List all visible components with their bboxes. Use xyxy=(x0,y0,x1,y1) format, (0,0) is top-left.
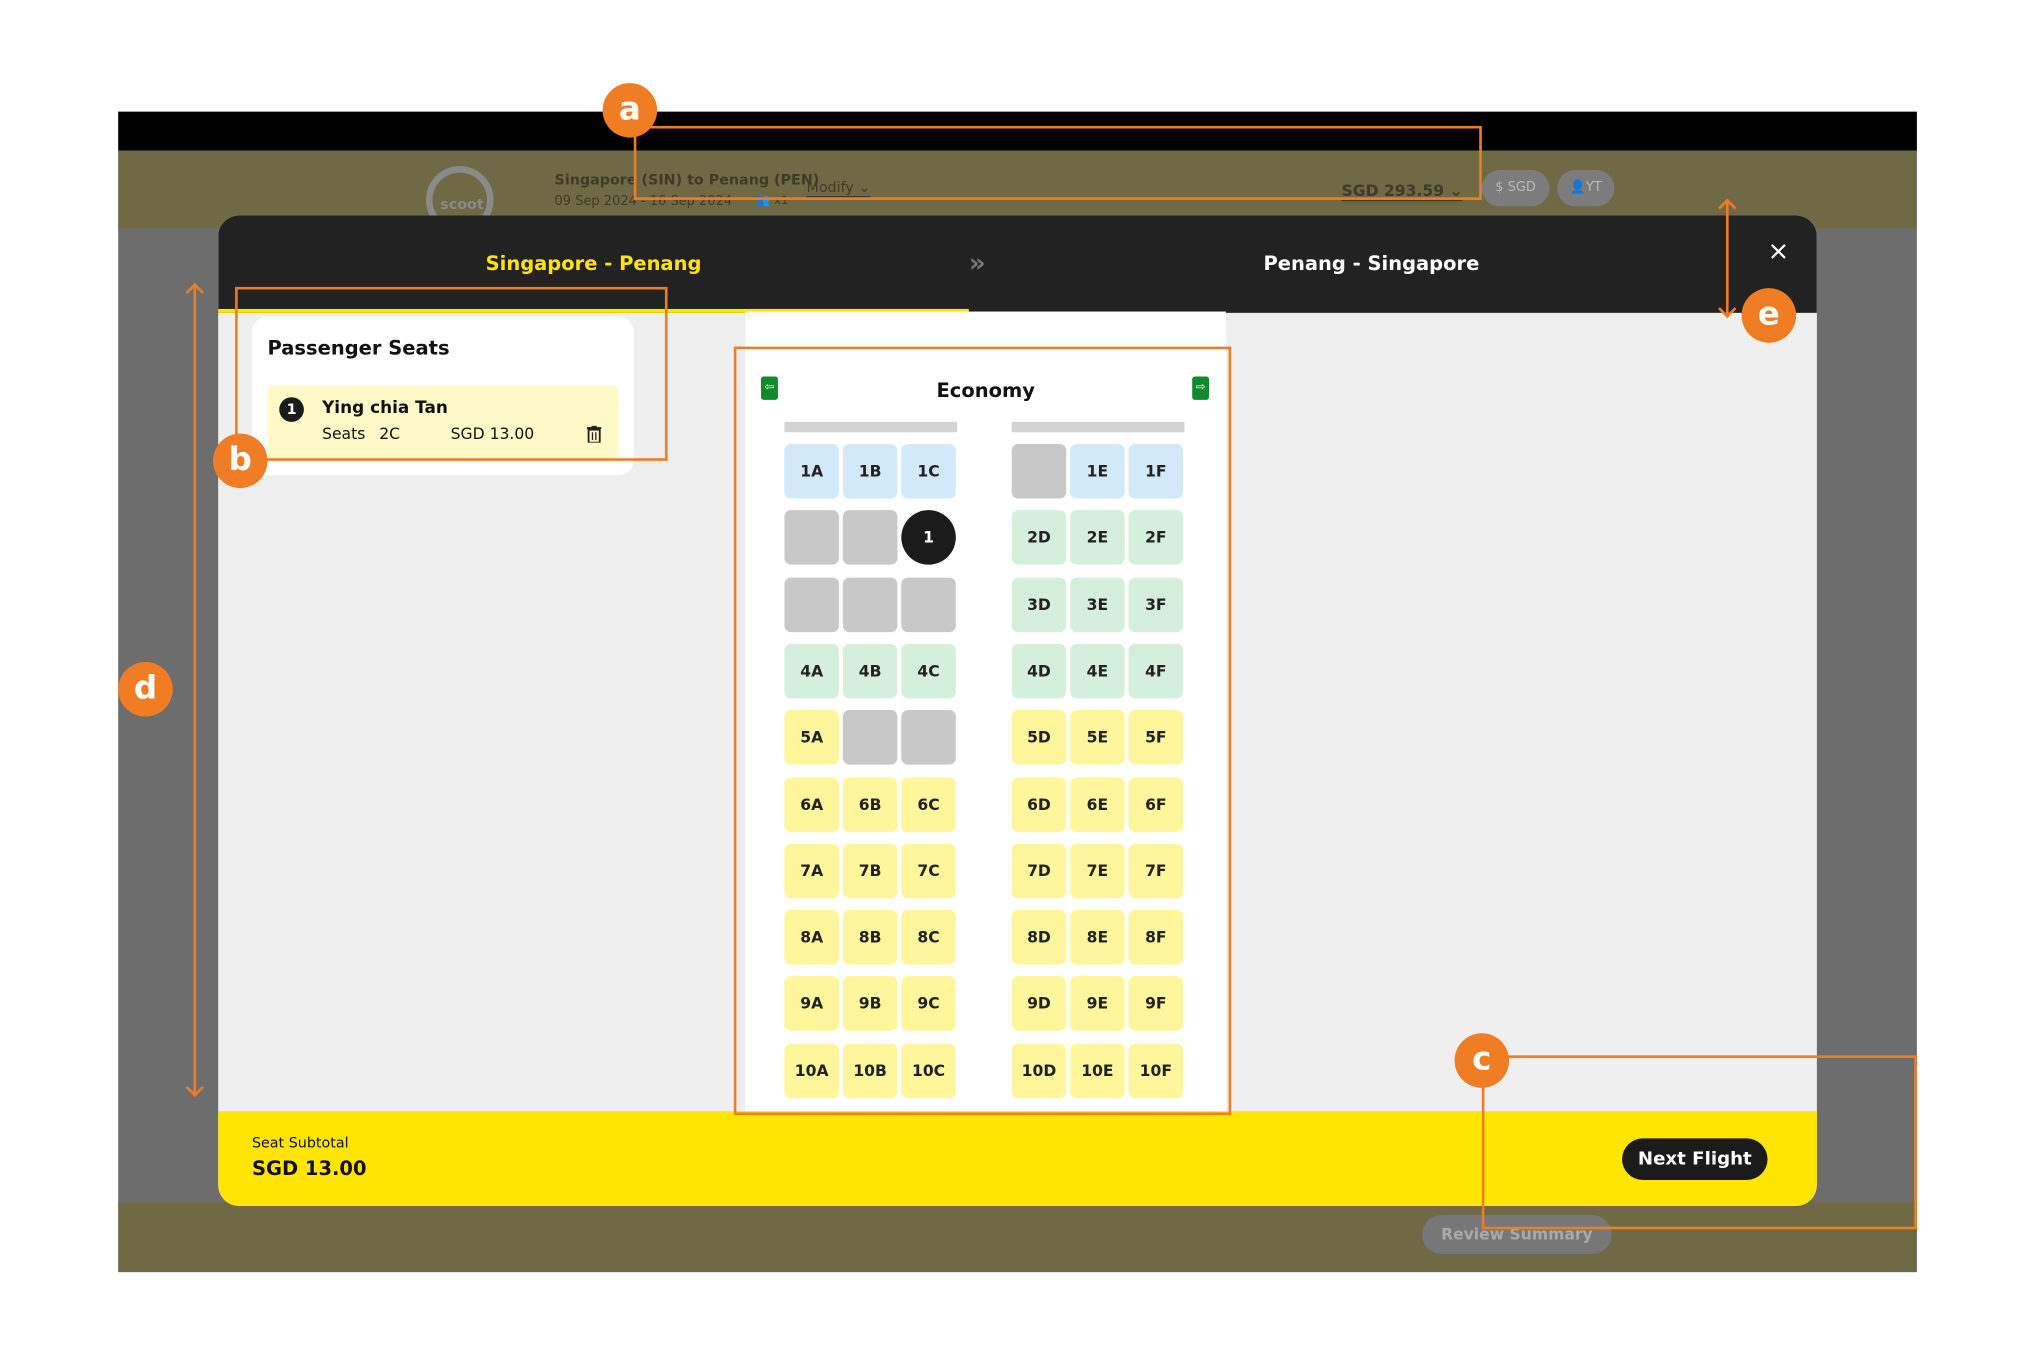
annotation-badge-c: c xyxy=(1454,1033,1510,1088)
dollar-icon: $ xyxy=(1495,180,1504,195)
seat-subtotal-label: Seat Subtotal xyxy=(251,1134,349,1152)
annotation-badge-a: a xyxy=(602,83,658,138)
currency-label: SGD xyxy=(1507,180,1536,195)
user-icon: 👤 xyxy=(1569,180,1586,195)
annotation-box-b xyxy=(235,286,668,461)
annotation-badge-d: d xyxy=(118,662,173,717)
user-menu-button[interactable]: 👤YT xyxy=(1557,170,1615,207)
annotation-box-c xyxy=(1481,1055,1917,1230)
annotation-badge-e: e xyxy=(1741,288,1797,343)
annotation-box-a xyxy=(633,125,1482,200)
currency-button[interactable]: $ SGD xyxy=(1481,170,1550,207)
annotation-badge-b: b xyxy=(212,433,268,489)
annotation-box-seatmap xyxy=(733,346,1232,1116)
figure: scoot Singapore (SIN) to Penang (PEN) 09… xyxy=(0,0,2026,1350)
tab-return[interactable]: Penang - Singapore xyxy=(969,252,1774,275)
user-initials: YT xyxy=(1585,180,1602,195)
close-icon[interactable]: × xyxy=(1768,235,1790,266)
tab-outbound[interactable]: Singapore - Penang xyxy=(218,252,969,275)
logo-text: scoot xyxy=(440,196,484,213)
seat-subtotal-value: SGD 13.00 xyxy=(251,1156,367,1180)
annotation-line-d xyxy=(193,285,197,1095)
annotation-line-e xyxy=(1725,201,1729,316)
